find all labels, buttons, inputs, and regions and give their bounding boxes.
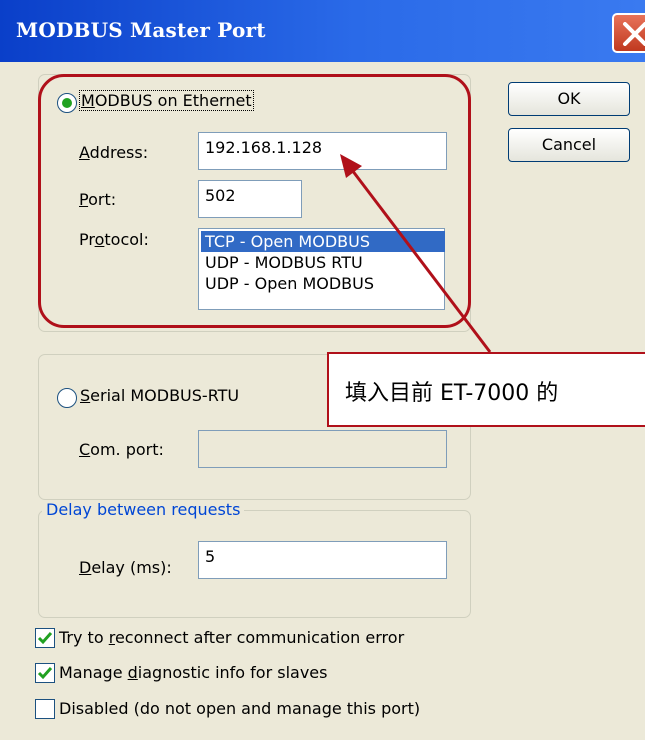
close-button[interactable] [612, 13, 645, 53]
dialog-client-area: MODBUS on Ethernet Address: 192.168.1.12… [0, 62, 645, 740]
title-bar[interactable]: MODBUS Master Port [0, 0, 645, 62]
close-icon [623, 22, 645, 46]
annotation-callout: 填入目前 ET-7000 的 [327, 352, 645, 427]
modbus-master-port-dialog: MODBUS Master Port MODBUS on Ethernet Ad… [0, 0, 645, 740]
dialog-title: MODBUS Master Port [16, 18, 266, 42]
